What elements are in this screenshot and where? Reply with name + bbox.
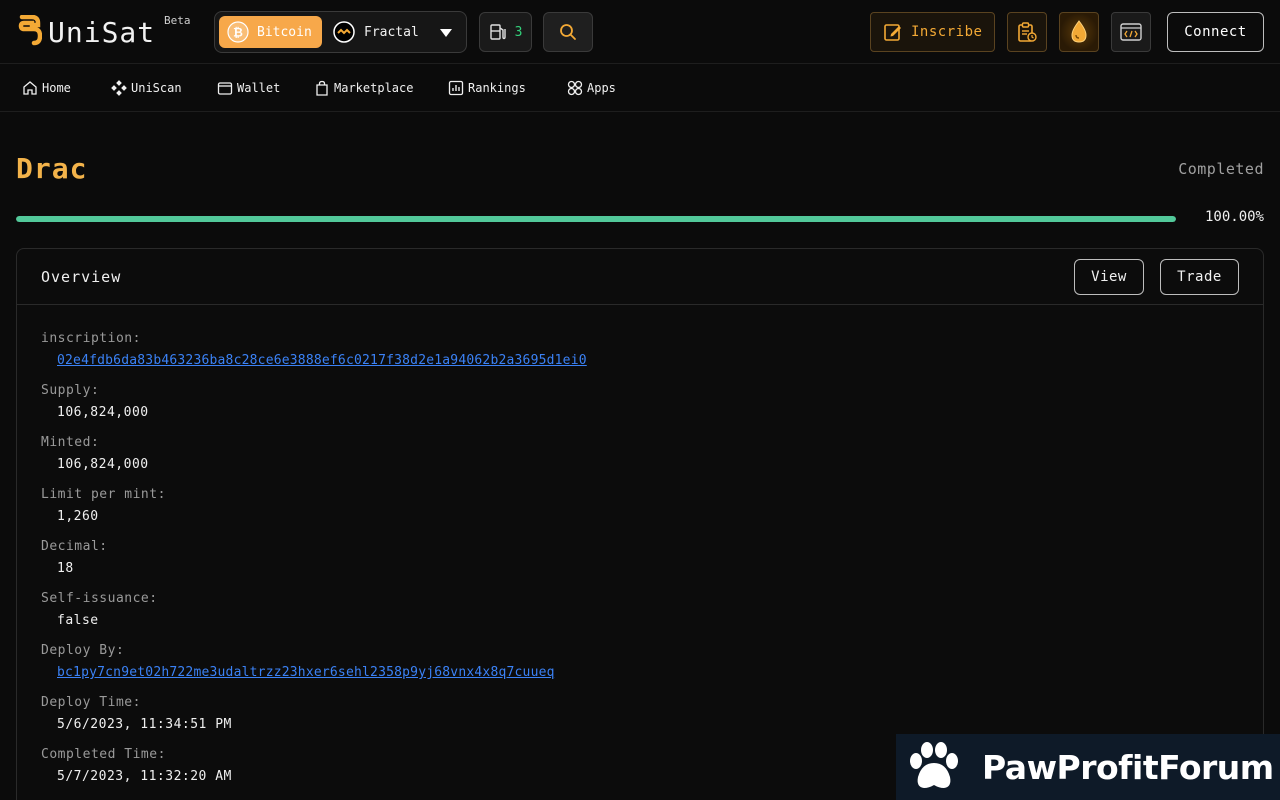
top-header: UniSat Beta ₿ Bitcoin Fractal 3 Inscribe… — [0, 0, 1280, 64]
beta-badge: Beta — [164, 14, 191, 27]
overview-title: Overview — [41, 268, 122, 286]
nav-item-label: Marketplace — [334, 81, 414, 95]
network-bitcoin-label: Bitcoin — [257, 24, 312, 40]
view-button[interactable]: View — [1074, 259, 1144, 295]
uniscan-icon — [111, 80, 127, 96]
home-icon — [23, 81, 37, 95]
nav-item-home[interactable]: Home — [22, 78, 71, 98]
chevron-down-icon[interactable] — [440, 28, 452, 38]
gas-pump-icon — [489, 24, 506, 40]
field-value-supply: 106,824,000 — [57, 405, 149, 420]
field-value-deploy-time: 5/6/2023, 11:34:51 PM — [57, 717, 232, 732]
main-nav: Home UniScan Wallet Marketplace Rankings… — [0, 64, 1280, 112]
field-value-minted: 106,824,000 — [57, 457, 149, 472]
bag-icon — [316, 80, 328, 96]
network-bitcoin-button[interactable]: ₿ Bitcoin — [219, 16, 322, 48]
nav-item-label: Home — [42, 81, 71, 95]
edit-icon — [884, 24, 901, 41]
field-value-self-issuance: false — [57, 613, 99, 628]
field-value-decimal: 18 — [57, 561, 74, 576]
svg-text:₿: ₿ — [233, 26, 243, 40]
field-value-limit-per-mint: 1,260 — [57, 509, 99, 524]
bitcoin-icon: ₿ — [227, 21, 249, 43]
nav-item-uniscan[interactable]: UniScan — [111, 78, 182, 98]
drop-button[interactable] — [1059, 12, 1099, 52]
clipboard-button[interactable] — [1007, 12, 1047, 52]
unisat-logo-icon — [18, 15, 42, 46]
token-name: Drac — [16, 152, 88, 185]
nav-item-rankings[interactable]: Rankings — [448, 78, 526, 98]
nav-item-label: Apps — [587, 81, 616, 95]
chart-icon — [448, 80, 464, 96]
field-value-inscription-link[interactable]: 02e4fdb6da83b463236ba8c28ce6e3888ef6c021… — [57, 353, 587, 368]
status-badge: Completed — [1178, 160, 1264, 178]
trade-button[interactable]: Trade — [1160, 259, 1239, 295]
field-label-inscription: inscription: — [41, 331, 141, 346]
mint-progress-fill — [16, 216, 1176, 222]
mint-progress-label: 100.00% — [1204, 209, 1264, 225]
field-value-completed-time: 5/7/2023, 11:32:20 AM — [57, 769, 232, 784]
field-label-minted: Minted: — [41, 435, 100, 450]
field-label-deploy-by: Deploy By: — [41, 643, 125, 658]
drop-icon — [1071, 20, 1087, 43]
wallet-icon — [217, 82, 233, 95]
gas-count: 3 — [514, 24, 523, 40]
watermark-banner: PawProfitForum — [896, 734, 1280, 800]
fractal-icon — [333, 21, 355, 43]
nav-item-apps[interactable]: Apps — [567, 78, 616, 98]
field-label-self-issuance: Self-issuance: — [41, 591, 158, 606]
field-label-decimal: Decimal: — [41, 539, 108, 554]
apps-icon — [567, 80, 583, 96]
paw-icon — [910, 742, 958, 788]
network-switcher[interactable]: ₿ Bitcoin Fractal — [214, 11, 467, 53]
network-fractal-button[interactable]: Fractal — [333, 16, 419, 48]
field-label-limit-per-mint: Limit per mint: — [41, 487, 166, 502]
mint-progress-bar — [16, 216, 1176, 222]
search-button[interactable] — [543, 12, 593, 52]
code-window-icon — [1120, 23, 1142, 41]
search-icon — [560, 24, 576, 40]
network-fractal-label: Fractal — [364, 24, 419, 40]
inscribe-button[interactable]: Inscribe — [870, 12, 995, 52]
field-label-supply: Supply: — [41, 383, 100, 398]
clipboard-icon — [1018, 22, 1037, 42]
inscribe-label: Inscribe — [911, 24, 983, 40]
gas-fee-button[interactable]: 3 — [479, 12, 532, 52]
overview-card-header: Overview View Trade — [17, 249, 1263, 305]
nav-item-label: Wallet — [237, 81, 281, 95]
field-label-completed-time: Completed Time: — [41, 747, 166, 762]
developer-button[interactable] — [1111, 12, 1151, 52]
logo-text: UniSat — [48, 15, 156, 49]
overview-card: Overview View Trade inscription: 02e4fdb… — [16, 248, 1264, 800]
nav-item-label: UniScan — [131, 81, 182, 95]
field-value-deploy-by-link[interactable]: bc1py7cn9et02h722me3udaltrzz23hxer6sehl2… — [57, 665, 555, 680]
watermark-text: PawProfitForum — [982, 747, 1274, 787]
unisat-logo[interactable]: UniSat Beta — [16, 14, 191, 50]
nav-item-wallet[interactable]: Wallet — [217, 78, 280, 98]
field-label-deploy-time: Deploy Time: — [41, 695, 141, 710]
nav-item-label: Rankings — [468, 81, 526, 95]
connect-wallet-button[interactable]: Connect — [1167, 12, 1264, 52]
nav-item-marketplace[interactable]: Marketplace — [314, 78, 413, 98]
